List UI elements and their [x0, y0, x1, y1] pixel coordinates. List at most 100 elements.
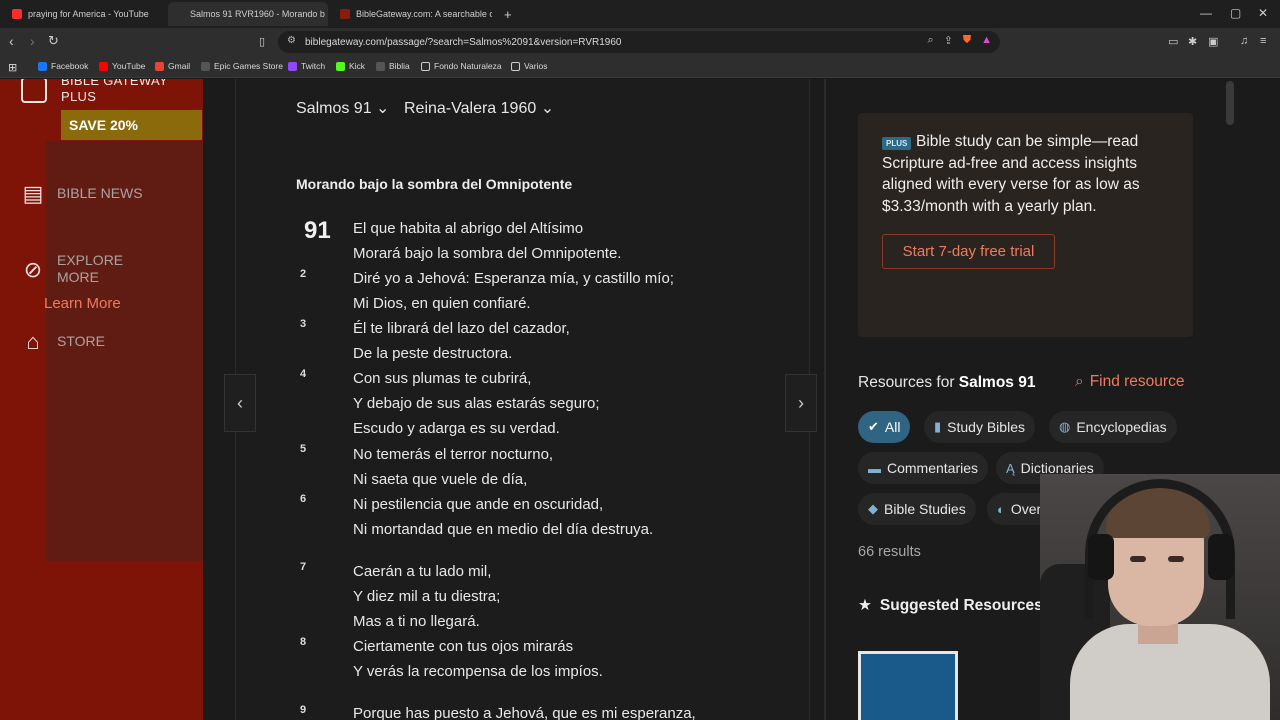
- tab-salmos[interactable]: Salmos 91 RVR1960 - Morando b ✕: [168, 2, 328, 26]
- promo-text: Bible study can be simple—read Scripture…: [882, 133, 1140, 215]
- biblegateway-favicon-icon: [340, 9, 350, 19]
- verse-line: Mas a ti no llegará.: [353, 613, 480, 630]
- verse-number: 7: [300, 561, 307, 573]
- wallet-icon[interactable]: ▣: [1208, 35, 1218, 48]
- check-icon: ✔: [868, 419, 879, 434]
- bookmark-kick[interactable]: Kick: [336, 61, 365, 71]
- bookmark-label: YouTube: [112, 61, 146, 71]
- filter-chip-all[interactable]: ✔ All: [858, 411, 911, 443]
- close-window-icon[interactable]: ✕: [1258, 6, 1268, 20]
- bible-gateway-plus-logo[interactable]: BIBLE GATEWAY PLUS: [61, 79, 168, 105]
- bookmark-icon[interactable]: ▯: [259, 35, 265, 48]
- dictionary-icon: Ą: [1006, 460, 1015, 476]
- bookmark-twitch[interactable]: Twitch: [288, 61, 325, 71]
- bookmark-facebook[interactable]: Facebook: [38, 61, 88, 71]
- kick-icon: [336, 61, 345, 71]
- panel-divider: [824, 79, 826, 720]
- book-selector[interactable]: Salmos 91 ⌄: [296, 98, 389, 118]
- browser-tab-bar: praying for America - YouTube Salmos 91 …: [0, 0, 1280, 28]
- chip-label: Encyclopedias: [1076, 419, 1167, 435]
- bookmark-label: Epic Games Store: [214, 61, 283, 71]
- apps-icon[interactable]: ⊞: [8, 61, 17, 74]
- bookmark-label: Twitch: [301, 61, 326, 71]
- new-tab-button[interactable]: +: [496, 2, 516, 26]
- previous-chapter-button[interactable]: ‹: [224, 374, 256, 432]
- filter-chip-encyclopedias[interactable]: ◍ Encyclopedias: [1049, 411, 1177, 443]
- site-info-icon[interactable]: ⚙: [287, 35, 296, 46]
- verse-line: Ciertamente con tus ojos mirarás: [353, 638, 574, 655]
- suggested-resources-heading: ★ Suggested Resources: [858, 596, 1043, 615]
- chip-label: All: [884, 419, 901, 435]
- save-20-button[interactable]: SAVE 20%: [61, 110, 202, 140]
- version-selector[interactable]: Reina-Valera 1960 ⌄: [404, 98, 554, 118]
- scrollbar-thumb[interactable]: [1226, 81, 1234, 125]
- bookmark-gmail[interactable]: Gmail: [155, 61, 190, 71]
- rewards-icon[interactable]: ▲: [981, 34, 992, 47]
- verse-number: 9: [300, 704, 307, 716]
- bookmarks-bar: ⊞ Facebook YouTube Gmail Epic Games Stor…: [0, 56, 1280, 78]
- filter-chip-study-bibles[interactable]: ▮ Study Bibles: [924, 411, 1035, 443]
- minimize-icon[interactable]: —: [1200, 6, 1212, 20]
- verse-line: Ni pestilencia que ande en oscuridad,: [353, 496, 604, 513]
- plus-promo-card: Bible study can be simple—read Scripture…: [858, 113, 1193, 337]
- verse-line: Y debajo de sus alas estarás seguro;: [353, 395, 600, 412]
- address-bar[interactable]: ⚙ biblegateway.com/passage/?search=Salmo…: [278, 31, 1000, 53]
- bookmark-varios[interactable]: Varios: [511, 61, 547, 71]
- maximize-icon[interactable]: ▢: [1230, 6, 1241, 20]
- headphone-cup: [1088, 534, 1114, 580]
- forward-icon[interactable]: ›: [30, 33, 35, 49]
- verse-number: 8: [300, 636, 307, 648]
- verse-line: Y verás la recompensa de los impíos.: [353, 663, 603, 680]
- globe-icon: ◍: [1059, 419, 1071, 434]
- chevron-right-icon: ›: [798, 392, 804, 413]
- verse-line: Caerán a tu lado mil,: [353, 563, 492, 580]
- verse-line: Él te librará del lazo del cazador,: [353, 320, 570, 337]
- back-icon[interactable]: ‹: [9, 33, 14, 49]
- zoom-icon[interactable]: ⌕: [927, 34, 933, 47]
- chevron-left-icon: ‹: [237, 392, 243, 413]
- bookmark-youtube[interactable]: YouTube: [99, 61, 145, 71]
- chip-label: Study Bibles: [947, 419, 1025, 435]
- find-resource-link[interactable]: ⌕ Find resource: [1075, 373, 1184, 391]
- folder-icon: [421, 61, 430, 71]
- extensions-icon[interactable]: ✱: [1188, 35, 1197, 48]
- study-icon: ◆: [868, 501, 878, 516]
- page-content: BIBLE GATEWAY PLUS SAVE 20% ▤ BIBLE NEWS…: [0, 79, 1280, 720]
- learn-more-link[interactable]: Learn More: [44, 295, 121, 312]
- resource-book-cover[interactable]: [858, 651, 958, 720]
- results-count: 66 results: [858, 544, 921, 560]
- passage-heading: Morando bajo la sombra del Omnipotente: [296, 176, 573, 192]
- browser-toolbar: ‹ › ↻ ▯ ⚙ biblegateway.com/passage/?sear…: [0, 28, 1280, 56]
- bookmark-label: Facebook: [51, 61, 89, 71]
- bookmark-label: Kick: [349, 61, 366, 71]
- next-chapter-button[interactable]: ›: [785, 374, 817, 432]
- reload-icon[interactable]: ↻: [48, 33, 59, 49]
- menu-icon[interactable]: ≡: [1260, 35, 1266, 47]
- media-icon[interactable]: ♫: [1240, 35, 1248, 47]
- start-trial-button[interactable]: Start 7-day free trial: [882, 234, 1055, 269]
- book-plus-icon: ▮: [934, 419, 942, 434]
- sidebar-icon[interactable]: ▭: [1168, 35, 1178, 48]
- verse-line: Diré yo a Jehová: Esperanza mía, y casti…: [353, 270, 674, 287]
- tab-biblegateway[interactable]: BibleGateway.com: A searchable onli: [332, 2, 492, 26]
- close-tab-icon[interactable]: ✕: [325, 8, 328, 21]
- share-icon[interactable]: ⇪: [944, 34, 953, 47]
- bookmark-biblia[interactable]: Biblia: [376, 61, 410, 71]
- verse-line: Escudo y adarga es su verdad.: [353, 420, 560, 437]
- filter-chip-commentaries[interactable]: ▬ Commentaries: [858, 452, 989, 484]
- url-text: biblegateway.com/passage/?search=Salmos%…: [305, 36, 622, 48]
- plus-badge: PLUS: [882, 137, 912, 150]
- find-resource-label: Find resource: [1089, 373, 1185, 390]
- resources-title-passage: Salmos 91: [958, 374, 1036, 391]
- headphone-cup: [1208, 534, 1234, 580]
- suggested-label: Suggested Resources: [879, 596, 1043, 614]
- search-icon: ⌕: [1075, 373, 1084, 390]
- bible-gateway-plus-logo-icon[interactable]: [21, 79, 47, 103]
- brave-shield-icon[interactable]: ⛊: [963, 34, 971, 47]
- tab-youtube[interactable]: praying for America - YouTube: [4, 2, 164, 26]
- bookmark-fondo[interactable]: Fondo Naturaleza: [421, 61, 502, 71]
- youtube-icon: [99, 61, 108, 71]
- epic-games-icon: [201, 61, 210, 71]
- bookmark-epic[interactable]: Epic Games Store: [201, 61, 283, 71]
- filter-chip-bible-studies[interactable]: ◆ Bible Studies: [858, 493, 976, 525]
